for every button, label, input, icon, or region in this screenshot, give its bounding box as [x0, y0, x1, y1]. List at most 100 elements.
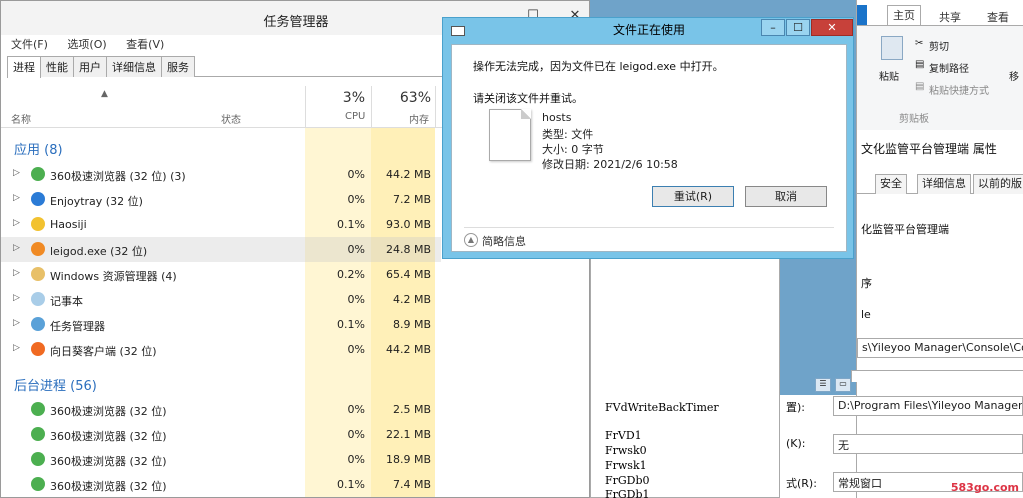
- close-button[interactable]: ✕: [811, 19, 853, 36]
- tab-services[interactable]: 服务: [161, 56, 195, 77]
- browser-360-icon: [31, 477, 45, 491]
- ribbon-tab-home[interactable]: 主页: [887, 5, 921, 25]
- shortcut-key-field[interactable]: 无: [833, 434, 1023, 454]
- copy-path-button[interactable]: 复制路径: [929, 60, 969, 75]
- minimize-button[interactable]: –: [761, 19, 785, 36]
- menu-options[interactable]: 选项(O): [67, 36, 106, 52]
- maximize-button[interactable]: ☐: [786, 19, 810, 36]
- process-row[interactable]: ▷ Windows 资源管理器 (4) 0.2% 65.4 MB: [1, 262, 441, 287]
- process-cpu: 0.1%: [337, 478, 365, 491]
- paste-button[interactable]: 粘贴: [879, 68, 899, 83]
- process-cpu: 0%: [347, 293, 365, 306]
- process-name: 任务管理器: [50, 320, 105, 333]
- menu-file[interactable]: 文件(F): [11, 36, 48, 52]
- process-row[interactable]: ▷ Haosiji 0.1% 93.0 MB: [1, 212, 441, 237]
- copy-path-icon: ▤: [915, 59, 925, 70]
- group-background: 后台进程 (56): [14, 379, 97, 394]
- process-name: Windows 资源管理器 (4): [50, 270, 177, 283]
- process-memory: 44.2 MB: [385, 168, 431, 181]
- leigod-icon: [31, 242, 45, 256]
- process-cpu: 0.1%: [337, 318, 365, 331]
- fewer-details-toggle[interactable]: 简略信息: [482, 233, 526, 249]
- dialog-instruction: 请关闭该文件并重试。: [473, 92, 583, 105]
- watermark: 583go.com: [950, 481, 1019, 494]
- process-name: 向日葵客户端 (32 位): [50, 345, 157, 358]
- ribbon-tab-share[interactable]: 共享: [939, 9, 961, 25]
- cancel-button[interactable]: 取消: [745, 186, 827, 207]
- browser-360-icon: [31, 167, 45, 181]
- process-memory: 4.2 MB: [392, 293, 431, 306]
- move-button[interactable]: 移: [1009, 68, 1019, 83]
- memory-total: 63%: [399, 90, 431, 106]
- scissors-icon: ✂: [915, 38, 924, 49]
- task-manager-icon: [31, 317, 45, 331]
- process-row[interactable]: ▷ Enjoytray (32 位) 0% 7.2 MB: [1, 187, 441, 212]
- expand-arrow-icon[interactable]: ▷: [13, 193, 20, 203]
- details-view-icon[interactable]: ☰: [815, 378, 831, 392]
- ribbon-tab-view[interactable]: 查看: [987, 9, 1009, 25]
- tab-details[interactable]: 详细信息: [917, 174, 971, 194]
- process-row[interactable]: ▷ 任务管理器 0.1% 8.9 MB: [1, 312, 441, 337]
- tab-details[interactable]: 详细信息: [106, 56, 162, 77]
- monitor-icon: [31, 192, 45, 206]
- tab-processes[interactable]: 进程: [7, 56, 41, 78]
- menu-view[interactable]: 查看(V): [126, 36, 164, 52]
- dialog-message: 操作无法完成，因为文件已在 leigod.exe 中打开。: [473, 60, 724, 73]
- dialog-divider: [464, 227, 834, 228]
- browser-360-icon: [31, 452, 45, 466]
- process-cpu: 0%: [347, 403, 365, 416]
- process-cpu: 0%: [347, 243, 365, 256]
- process-cpu: 0%: [347, 428, 365, 441]
- process-row[interactable]: ▷ 360极速浏览器 (32 位) (3) 0% 44.2 MB: [1, 162, 441, 187]
- expand-arrow-icon[interactable]: ▷: [13, 268, 20, 278]
- process-row[interactable]: 360极速浏览器 (32 位) 0% 2.5 MB: [1, 397, 441, 422]
- retry-button[interactable]: 重试(R): [652, 186, 734, 207]
- target-field[interactable]: s\Yileyoo Manager\Console\Co: [857, 338, 1023, 358]
- process-memory: 2.5 MB: [392, 403, 431, 416]
- process-name: 记事本: [50, 295, 83, 308]
- column-name[interactable]: 名称: [11, 111, 31, 126]
- target-location-value: le: [861, 308, 871, 321]
- process-memory: 18.9 MB: [385, 453, 431, 466]
- paste-shortcut-button[interactable]: 粘贴快捷方式: [929, 82, 989, 97]
- run-label: 式(R):: [786, 477, 817, 490]
- process-row[interactable]: ▷ 记事本 0% 4.2 MB: [1, 287, 441, 312]
- cpu-total: 3%: [342, 90, 365, 106]
- console-line: FrGDb0: [605, 474, 650, 487]
- expand-arrow-icon[interactable]: ▷: [13, 343, 20, 353]
- process-row[interactable]: ▷ 向日葵客户端 (32 位) 0% 44.2 MB: [1, 337, 441, 362]
- file-menu-tab[interactable]: [857, 5, 867, 25]
- tab-users[interactable]: 用户: [73, 56, 107, 77]
- expand-arrow-icon[interactable]: ▷: [13, 218, 20, 228]
- cut-button[interactable]: 剪切: [929, 38, 949, 53]
- expand-arrow-icon[interactable]: ▷: [13, 318, 20, 328]
- tab-previous-versions[interactable]: 以前的版: [973, 174, 1023, 194]
- paste-shortcut-icon: ▤: [915, 81, 925, 92]
- column-memory[interactable]: 内存: [409, 111, 429, 126]
- process-row[interactable]: 360极速浏览器 (32 位) 0% 22.1 MB: [1, 422, 441, 447]
- chevron-up-icon[interactable]: ▲: [464, 233, 478, 247]
- expand-arrow-icon[interactable]: ▷: [13, 168, 20, 178]
- expand-arrow-icon[interactable]: ▷: [13, 243, 20, 253]
- paste-icon[interactable]: [881, 36, 903, 60]
- process-cpu: 0%: [347, 168, 365, 181]
- column-cpu[interactable]: CPU: [345, 111, 365, 122]
- process-row[interactable]: 360极速浏览器 (32 位) 0% 18.9 MB: [1, 447, 441, 472]
- process-cpu: 0%: [347, 343, 365, 356]
- process-row[interactable]: 360极速浏览器 (32 位) 0.1% 7.4 MB: [1, 472, 441, 497]
- field-edge: [851, 370, 1023, 382]
- start-in-field[interactable]: D:\Program Files\Yileyoo Manager\: [833, 396, 1023, 416]
- tab-performance[interactable]: 性能: [40, 56, 74, 77]
- process-row[interactable]: ▷ leigod.exe (32 位) 0% 24.8 MB: [1, 237, 441, 262]
- process-name: 360极速浏览器 (32 位): [50, 405, 167, 418]
- dialog-body: 操作无法完成，因为文件已在 leigod.exe 中打开。 请关闭该文件并重试。…: [451, 44, 847, 252]
- console-line: Frwsk0: [605, 444, 647, 457]
- expand-arrow-icon[interactable]: ▷: [13, 293, 20, 303]
- large-icons-view-icon[interactable]: ▭: [835, 378, 851, 392]
- column-status[interactable]: 状态: [221, 111, 241, 126]
- console-line: FrGDb1: [605, 488, 650, 498]
- clipboard-group-label: 剪贴板: [899, 114, 929, 125]
- shortcut-key-label: (K):: [786, 437, 806, 450]
- ribbon: 粘贴 ✂ 剪切 ▤ 复制路径 ▤ 粘贴快捷方式 移 剪贴板: [857, 25, 1023, 130]
- tab-security[interactable]: 安全: [875, 174, 907, 194]
